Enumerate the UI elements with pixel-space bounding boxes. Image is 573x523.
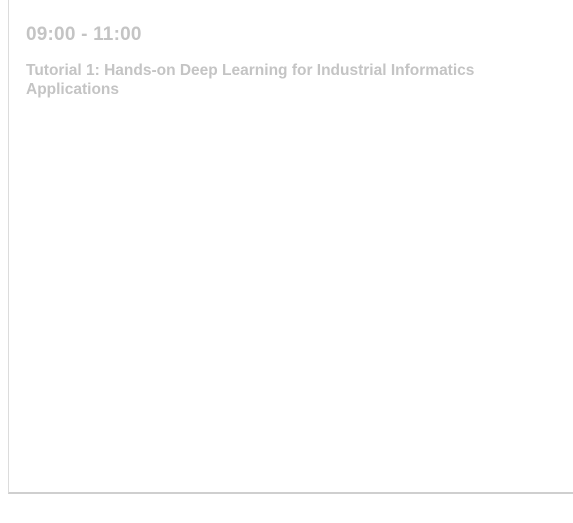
- session-title[interactable]: Tutorial 1: Hands-on Deep Learning for I…: [26, 61, 526, 99]
- session-time: 09:00 - 11:00: [26, 24, 142, 45]
- session-card[interactable]: 09:00 - 11:00 Tutorial 1: Hands-on Deep …: [8, 0, 573, 494]
